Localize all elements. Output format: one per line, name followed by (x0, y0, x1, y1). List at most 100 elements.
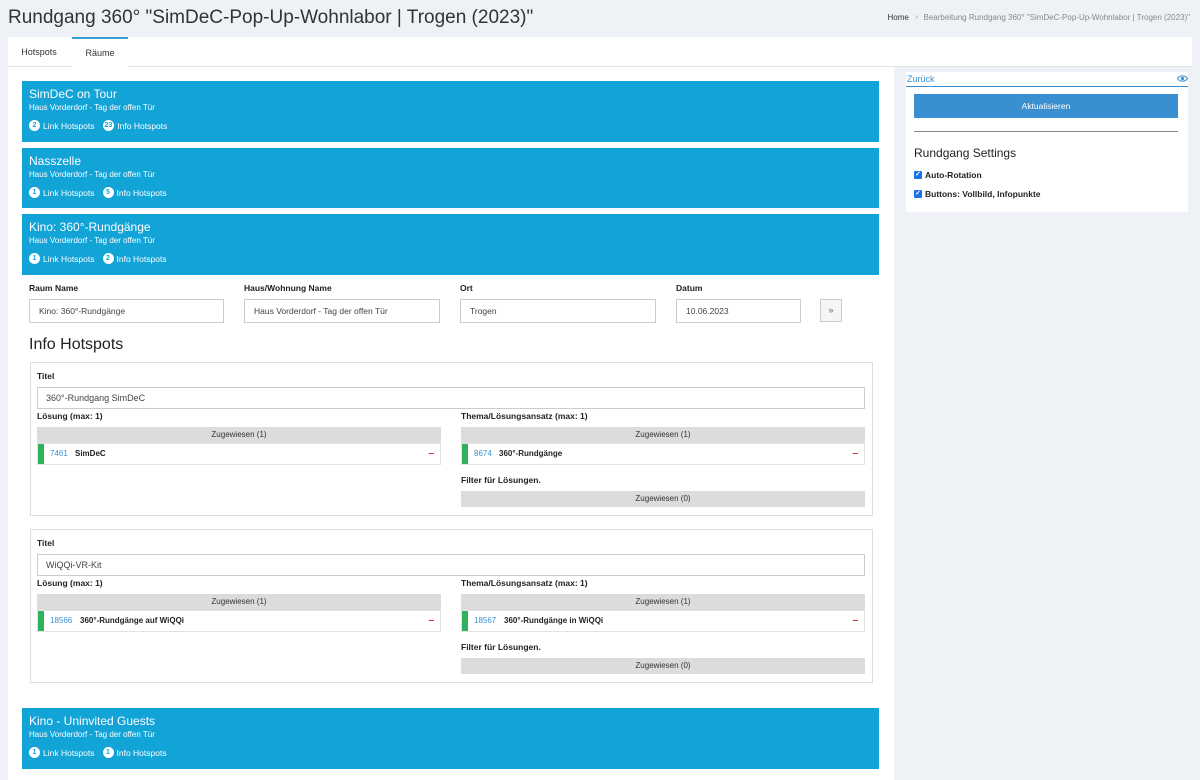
ort-label: Ort (460, 283, 473, 293)
loesung-assigned-item: 7461 SimDeC – (37, 443, 441, 465)
assigned-id-link[interactable]: 18566 (50, 611, 72, 631)
assigned-name: SimDeC (75, 449, 106, 458)
haus-name-label: Haus/Wohnung Name (244, 283, 332, 293)
assigned-name: 360°-Rundgänge auf WiQQi (80, 616, 185, 625)
checkbox-label: Auto-Rotation (925, 170, 982, 180)
assigned-id-link[interactable]: 7461 (50, 444, 68, 464)
remove-icon[interactable]: – (428, 611, 434, 631)
info-hotspots-label: Info Hotspots (116, 747, 167, 758)
room-title: SimDeC on Tour (29, 87, 117, 101)
room-subtitle: Haus Vorderdorf - Tag der offen Tür (29, 170, 155, 179)
info-hotspot-card: Titel 360°-Rundgang SimDeC Lösung (max: … (30, 362, 873, 516)
room-card[interactable]: Kino - Uninvited Guests Haus Vorderdorf … (22, 708, 879, 769)
room-card-expanded[interactable]: Kino: 360°-Rundgänge Haus Vorderdorf - T… (22, 214, 879, 275)
buttons-checkbox-row[interactable]: ✓ Buttons: Vollbild, Infopunkte (914, 189, 1041, 199)
link-hotspots-label: Link Hotspots (43, 120, 95, 131)
thema-label: Thema/Lösungsansatz (max: 1) (461, 578, 588, 588)
loesung-assigned-header[interactable]: Zugewiesen (1) (37, 427, 441, 443)
room-title: Nasszelle (29, 154, 82, 168)
checkbox-label: Buttons: Vollbild, Infopunkte (925, 189, 1041, 199)
room-badges: 1 Link Hotspots 2 Info Hotspots (29, 253, 172, 264)
top-bar: Rundgang 360° "SimDeC-Pop-Up-Wohnlabor |… (0, 0, 1200, 36)
link-hotspots-count-badge: 2 (29, 120, 40, 131)
back-divider (906, 86, 1188, 87)
eye-icon[interactable] (1177, 74, 1188, 83)
assigned-indicator (38, 611, 44, 631)
breadcrumb: Home > Bearbeitung Rundgang 360° "SimDeC-P… (887, 13, 1190, 22)
room-badges: 1 Link Hotspots 5 Info Hotspots (29, 187, 172, 198)
divider (914, 131, 1178, 132)
room-badges: 1 Link Hotspots 1 Info Hotspots (29, 747, 172, 758)
loesung-assigned-header[interactable]: Zugewiesen (1) (37, 594, 441, 610)
assigned-indicator (462, 444, 468, 464)
auto-rotation-checkbox-row[interactable]: ✓ Auto-Rotation (914, 170, 982, 180)
ort-input[interactable]: Trogen (460, 299, 656, 323)
raum-name-input[interactable]: Kino: 360°-Rundgänge (29, 299, 224, 323)
link-hotspots-label: Link Hotspots (43, 187, 95, 198)
loesung-label: Lösung (max: 1) (37, 578, 103, 588)
room-subtitle: Haus Vorderdorf - Tag der offen Tür (29, 236, 155, 245)
info-hotspots-label: Info Hotspots (117, 120, 168, 131)
filter-assigned-header[interactable]: Zugewiesen (0) (461, 658, 865, 674)
filter-label: Filter für Lösungen. (461, 642, 541, 652)
info-hotspots-count-badge: 5 (102, 187, 114, 198)
thema-assigned-item: 18567 360°-Rundgänge in WiQQi – (461, 610, 865, 632)
tab-raeume[interactable]: Räume (72, 37, 128, 67)
info-hotspots-count-badge: 1 (102, 747, 114, 758)
haus-name-input[interactable]: Haus Vorderdorf - Tag der offen Tür (244, 299, 440, 323)
assigned-name: 360°-Rundgänge in WiQQi (504, 616, 604, 625)
loesung-label: Lösung (max: 1) (37, 411, 103, 421)
info-hotspots-heading: Info Hotspots (29, 336, 124, 353)
tab-hotspots[interactable]: Hotspots (8, 37, 70, 67)
assigned-indicator (38, 444, 44, 464)
settings-title: Rundgang Settings (914, 146, 1017, 160)
room-badges: 2 Link Hotspots 23 Info Hotspots (29, 120, 172, 131)
info-hotspots-label: Info Hotspots (116, 187, 167, 198)
titel-label: Titel (37, 371, 55, 381)
assigned-id-link[interactable]: 8674 (474, 444, 492, 464)
update-button[interactable]: Aktualisieren (914, 94, 1178, 118)
titel-input[interactable]: WiQQi-VR-Kit (37, 554, 865, 576)
room-title: Kino: 360°-Rundgänge (29, 220, 151, 234)
room-card[interactable]: SimDeC on Tour Haus Vorderdorf - Tag der… (22, 81, 879, 142)
filter-label: Filter für Lösungen. (461, 475, 541, 485)
page-title: Rundgang 360° "SimDeC-Pop-Up-Wohnlabor |… (8, 7, 534, 28)
breadcrumb-home-link[interactable]: Home (887, 13, 908, 22)
titel-input[interactable]: 360°-Rundgang SimDeC (37, 387, 865, 409)
room-card[interactable]: Nasszelle Haus Vorderdorf - Tag der offe… (22, 148, 879, 208)
thema-assigned-header[interactable]: Zugewiesen (1) (461, 594, 865, 610)
link-hotspots-count-badge: 1 (29, 253, 40, 264)
link-hotspots-count-badge: 1 (29, 187, 40, 198)
room-subtitle: Haus Vorderdorf - Tag der offen Tür (29, 103, 155, 112)
room-subtitle: Haus Vorderdorf - Tag der offen Tür (29, 730, 155, 739)
room-title: Kino - Uninvited Guests (29, 714, 156, 728)
remove-icon[interactable]: – (852, 444, 858, 464)
titel-label: Titel (37, 538, 55, 548)
back-link[interactable]: Zurück (907, 74, 935, 84)
checkbox-checked-icon[interactable]: ✓ (914, 190, 922, 198)
info-hotspot-card: Titel WiQQi-VR-Kit Lösung (max: 1) Zugew… (30, 529, 873, 683)
thema-assigned-header[interactable]: Zugewiesen (1) (461, 427, 865, 443)
link-hotspots-label: Link Hotspots (43, 747, 95, 758)
remove-icon[interactable]: – (428, 444, 434, 464)
assigned-indicator (462, 611, 468, 631)
link-hotspots-label: Link Hotspots (43, 253, 95, 264)
info-hotspots-label: Info Hotspots (116, 253, 167, 264)
forward-button[interactable]: » (820, 299, 842, 322)
checkbox-checked-icon[interactable]: ✓ (914, 171, 922, 179)
breadcrumb-current: Bearbeitung Rundgang 360° "SimDeC-Pop-Up… (923, 13, 1190, 22)
datum-input[interactable]: 10.06.2023 (676, 299, 801, 323)
assigned-id-link[interactable]: 18567 (474, 611, 496, 631)
remove-icon[interactable]: – (852, 611, 858, 631)
thema-assigned-item: 8674 360°-Rundgänge – (461, 443, 865, 465)
info-hotspots-count-badge: 2 (102, 253, 114, 264)
raum-name-label: Raum Name (29, 283, 79, 293)
settings-sidebar: Zurück Aktualisieren Rundgang Settings ✓… (906, 72, 1188, 212)
assigned-name: 360°-Rundgänge (499, 449, 563, 458)
tab-bar: Hotspots Räume (8, 37, 1192, 67)
link-hotspots-count-badge: 1 (29, 747, 40, 758)
breadcrumb-separator: > (913, 13, 919, 22)
filter-assigned-header[interactable]: Zugewiesen (0) (461, 491, 865, 507)
datum-label: Datum (676, 283, 703, 293)
main-panel: SimDeC on Tour Haus Vorderdorf - Tag der… (8, 67, 894, 780)
